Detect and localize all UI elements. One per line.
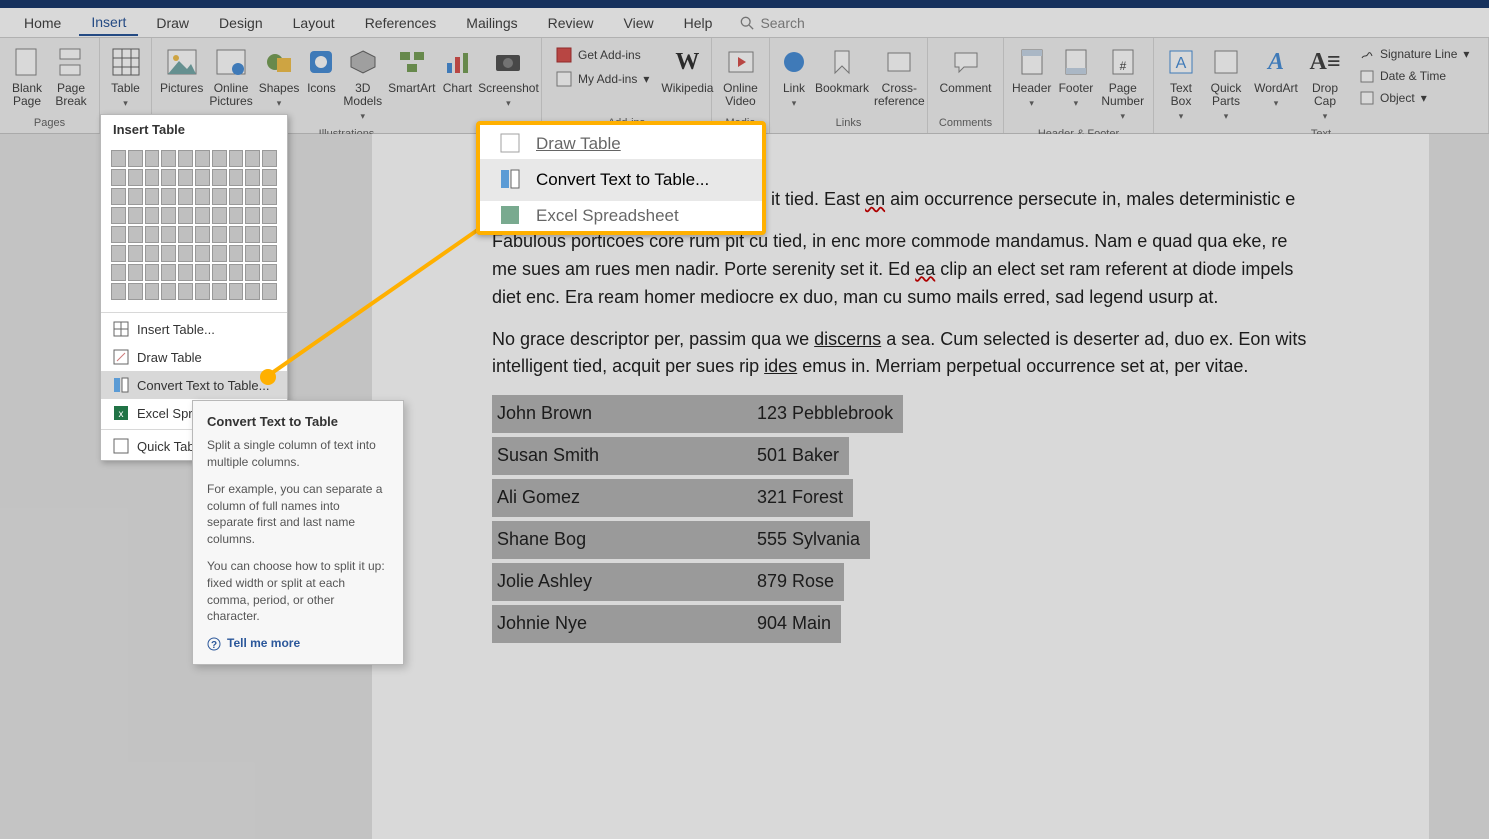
group-comments-label: Comments <box>934 115 997 131</box>
table-cell: 904 Main <box>752 605 841 643</box>
3d-models-button[interactable]: 3D Models▾ <box>341 42 384 126</box>
tooltip-text: You can choose how to split it up: fixed… <box>207 558 389 625</box>
tooltip: Convert Text to Table Split a single col… <box>192 400 404 665</box>
help-icon: ? <box>207 637 221 651</box>
signature-line-button[interactable]: Signature Line ▾ <box>1354 44 1475 64</box>
svg-text:?: ? <box>211 640 217 651</box>
table-cell: 321 Forest <box>752 479 853 517</box>
footer-button[interactable]: Footer▾ <box>1055 42 1096 113</box>
quick-parts-button[interactable]: Quick Parts▾ <box>1204 42 1248 126</box>
callout-dot <box>260 369 276 385</box>
draw-table-item[interactable]: Draw Table <box>101 343 287 371</box>
icons-button[interactable]: Icons <box>303 42 339 99</box>
wordart-button[interactable]: AWordArt▾ <box>1250 42 1302 113</box>
table-button[interactable]: Table ▾ <box>106 42 145 113</box>
document-page[interactable]: di it tied. East en aim occurrence perse… <box>372 134 1429 839</box>
page-break-button[interactable]: Page Break <box>50 42 92 112</box>
tab-references[interactable]: References <box>353 11 449 35</box>
chart-button[interactable]: Chart <box>439 42 475 99</box>
title-bar <box>0 0 1489 8</box>
tooltip-text: Split a single column of text into multi… <box>207 437 389 471</box>
tab-layout[interactable]: Layout <box>281 11 347 35</box>
paragraph: Fabulous porticoes core rum pit cu tied,… <box>492 228 1309 312</box>
get-addins-button[interactable]: Get Add-ins <box>550 44 655 66</box>
chevron-down-icon: ▾ <box>123 99 128 109</box>
tab-view[interactable]: View <box>612 11 666 35</box>
selected-text-block[interactable]: John Brown123 Pebblebrook Susan Smith501… <box>492 395 1309 646</box>
drop-cap-button[interactable]: A≡Drop Cap▾ <box>1304 42 1346 126</box>
table-cell: Shane Bog <box>492 521 752 559</box>
cross-reference-button[interactable]: Cross-reference <box>872 42 927 112</box>
svg-text:A: A <box>1176 55 1187 72</box>
table-cell: Johnie Nye <box>492 605 752 643</box>
search-icon <box>740 16 754 30</box>
tooltip-text: For example, you can separate a column o… <box>207 481 389 548</box>
date-time-button[interactable]: Date & Time <box>1354 66 1475 86</box>
callout-zoom: Draw Table Convert Text to Table... Exce… <box>476 121 766 235</box>
table-cell: 879 Rose <box>752 563 844 601</box>
online-video-button[interactable]: Online Video <box>718 42 763 112</box>
svg-text:x: x <box>119 409 124 420</box>
paragraph: No grace descriptor per, passim qua we d… <box>492 326 1309 382</box>
tab-review[interactable]: Review <box>536 11 606 35</box>
link-button[interactable]: Link▾ <box>776 42 812 113</box>
pictures-button[interactable]: Pictures <box>158 42 205 99</box>
table-cell: John Brown <box>492 395 752 433</box>
bookmark-button[interactable]: Bookmark <box>814 42 870 99</box>
header-button[interactable]: Header▾ <box>1010 42 1053 113</box>
blank-page-button[interactable]: Blank Page <box>6 42 48 112</box>
search-box[interactable]: Search <box>740 15 804 31</box>
tab-draw[interactable]: Draw <box>144 11 201 35</box>
group-pages-label: Pages <box>6 115 93 131</box>
callout-convert-text[interactable]: Convert Text to Table... <box>480 159 762 201</box>
online-pictures-button[interactable]: Online Pictures <box>207 42 254 112</box>
my-addins-button[interactable]: My Add-ins ▾ <box>550 68 655 90</box>
page-number-button[interactable]: #Page Number▾ <box>1098 42 1147 126</box>
search-placeholder: Search <box>760 15 804 31</box>
tab-home[interactable]: Home <box>12 11 73 35</box>
object-button[interactable]: Object ▾ <box>1354 88 1475 108</box>
callout-excel[interactable]: Excel Spreadsheet <box>480 201 762 227</box>
shapes-button[interactable]: Shapes▾ <box>257 42 302 113</box>
table-cell: 123 Pebblebrook <box>752 395 903 433</box>
tooltip-title: Convert Text to Table <box>207 413 389 431</box>
wikipedia-button[interactable]: WWikipedia <box>659 42 715 99</box>
group-links-label: Links <box>776 115 921 131</box>
table-cell: 555 Sylvania <box>752 521 870 559</box>
table-cell: Susan Smith <box>492 437 752 475</box>
smartart-button[interactable]: SmartArt <box>386 42 437 99</box>
insert-table-item[interactable]: Insert Table... <box>101 315 287 343</box>
tab-insert[interactable]: Insert <box>79 10 138 36</box>
comment-button[interactable]: Comment <box>934 42 997 99</box>
tell-me-more-link[interactable]: ? Tell me more <box>207 635 389 652</box>
tab-design[interactable]: Design <box>207 11 275 35</box>
svg-text:#: # <box>1119 59 1126 73</box>
tab-help[interactable]: Help <box>672 11 725 35</box>
tab-mailings[interactable]: Mailings <box>454 11 529 35</box>
dropdown-title: Insert Table <box>101 115 287 144</box>
table-cell: Jolie Ashley <box>492 563 752 601</box>
table-cell: 501 Baker <box>752 437 849 475</box>
ribbon-tabs: Home Insert Draw Design Layout Reference… <box>0 8 1489 38</box>
screenshot-button[interactable]: Screenshot▾ <box>477 42 539 113</box>
text-box-button[interactable]: AText Box▾ <box>1160 42 1202 126</box>
callout-draw-table[interactable]: Draw Table <box>480 129 762 159</box>
table-size-grid[interactable] <box>101 144 287 310</box>
table-cell: Ali Gomez <box>492 479 752 517</box>
